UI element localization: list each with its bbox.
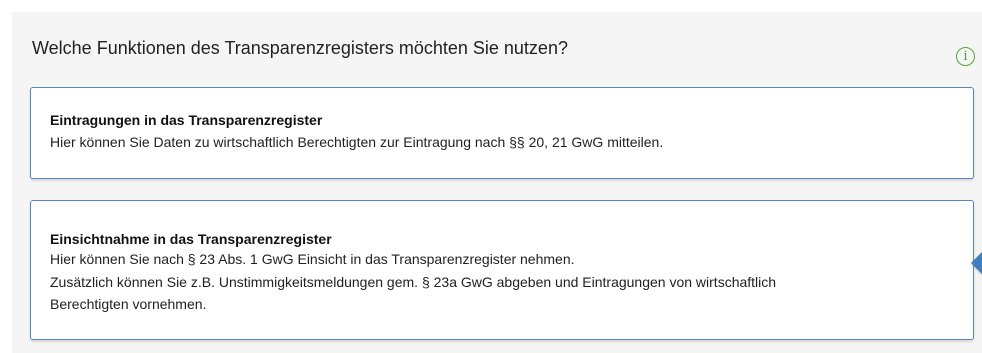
option-description-line: Hier können Sie nach § 23 Abs. 1 GwG Ein… (50, 251, 575, 267)
option-description-line: Zusätzlich können Sie z.B. Unstimmigkeit… (50, 274, 777, 290)
option-title: Einsichtnahme in das Transparenzregister (50, 231, 332, 247)
option-card-einsichtnahme[interactable]: Einsichtnahme in das Transparenzregister… (30, 200, 974, 340)
info-icon[interactable]: i (956, 47, 975, 66)
function-selection-panel: Welche Funktionen des Transparenzregiste… (12, 12, 982, 353)
option-description-line: Berechtigten vornehmen. (50, 296, 207, 312)
option-title: Eintragungen in das Transparenzregister (50, 112, 323, 128)
question-heading: Welche Funktionen des Transparenzregiste… (32, 38, 568, 58)
option-description: Hier können Sie Daten zu wirtschaftlich … (50, 134, 664, 150)
selection-pointer-arrow (971, 239, 982, 287)
option-card-eintragungen[interactable]: Eintragungen in das Transparenzregister … (30, 87, 974, 179)
